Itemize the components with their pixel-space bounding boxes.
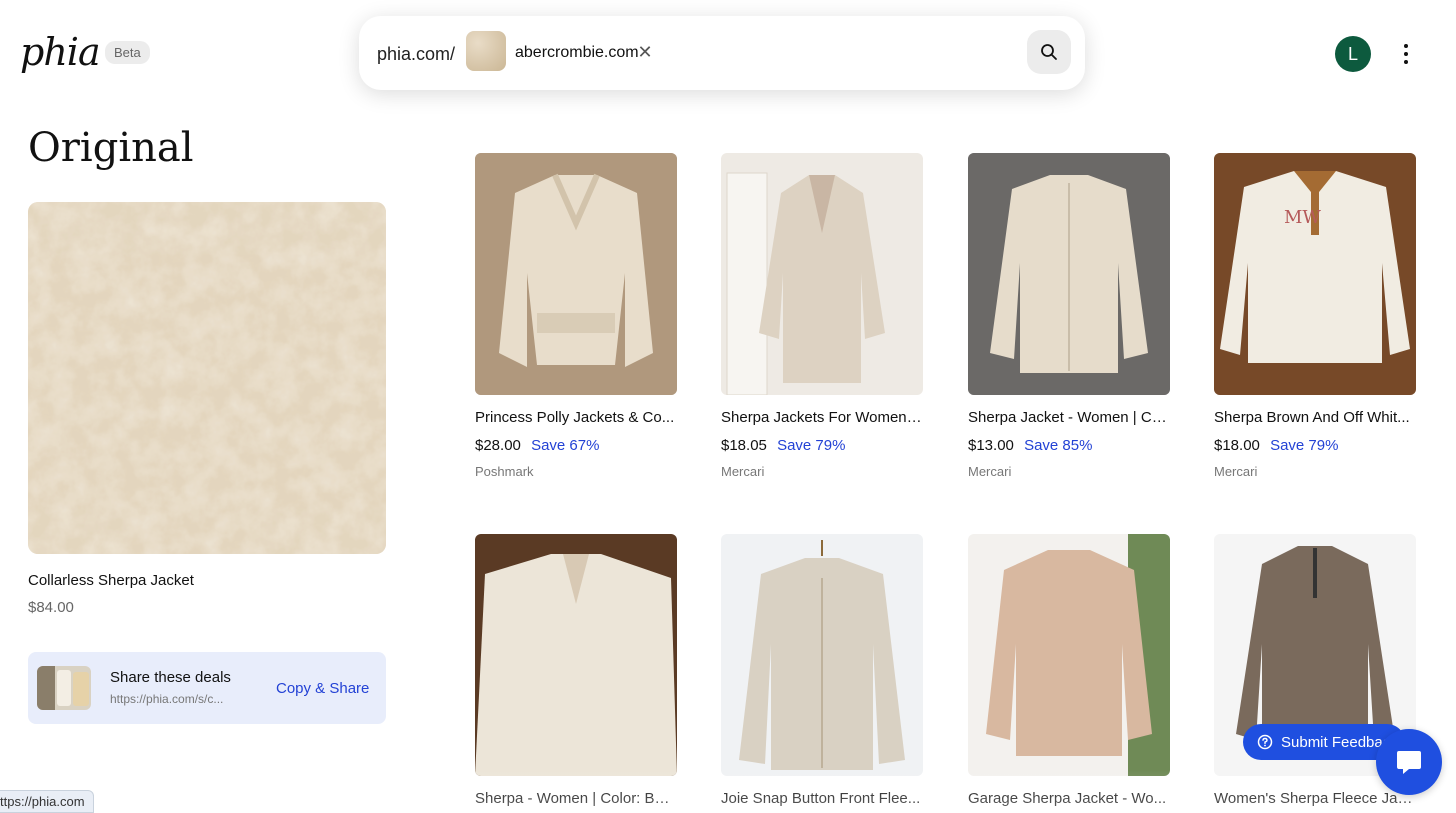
product-title[interactable]: Women's Sherpa Fleece Jac...: [1214, 790, 1416, 810]
product-image[interactable]: [721, 153, 923, 395]
share-url: https://phia.com/s/c...: [110, 692, 224, 706]
price-row: $18.05 Save 79%: [721, 437, 923, 457]
product-price: $18.05: [721, 437, 767, 454]
search-icon: [1041, 44, 1057, 60]
product-image[interactable]: [968, 534, 1170, 776]
price-row: $18.00 Save 79%: [1214, 437, 1416, 457]
product-source: Mercari: [1214, 464, 1258, 479]
product-image[interactable]: [721, 534, 923, 776]
product-source: Mercari: [968, 464, 1012, 479]
product-savings: Save 85%: [1024, 437, 1093, 454]
chip-close-icon[interactable]: ✕: [635, 40, 655, 64]
share-deals-card: Share these deals https://phia.com/s/c..…: [28, 652, 386, 724]
product-savings: Save 79%: [1270, 437, 1339, 454]
product-savings: Save 79%: [777, 437, 846, 454]
search-prefix: phia.com/: [377, 44, 456, 64]
product-image[interactable]: [475, 153, 677, 395]
product-price: $18.00: [1214, 437, 1260, 454]
search-chip-label: abercrombie.com: [515, 44, 639, 61]
beta-badge: Beta: [105, 41, 150, 64]
product-card[interactable]: Joie Snap Button Front Flee...: [721, 534, 923, 810]
product-image[interactable]: [475, 534, 677, 776]
status-bar-url: ttps://phia.com: [0, 790, 94, 813]
product-image[interactable]: [968, 153, 1170, 395]
product-price: $28.00: [475, 437, 521, 454]
product-source: Poshmark: [475, 464, 534, 479]
original-product-image: [28, 202, 386, 554]
original-product-name[interactable]: Collarless Sherpa Jacket: [28, 572, 194, 589]
product-source: Mercari: [721, 464, 765, 479]
product-title[interactable]: Princess Polly Jackets & Co...: [475, 409, 677, 429]
product-title[interactable]: Sherpa Jacket - Women | Co...: [968, 409, 1170, 429]
product-card[interactable]: Sherpa Jacket - Women | Co... $13.00 Sav…: [968, 153, 1170, 479]
user-avatar[interactable]: L: [1335, 36, 1371, 72]
price-row: $28.00 Save 67%: [475, 437, 677, 457]
help-icon: [1257, 734, 1273, 750]
share-title: Share these deals: [110, 669, 231, 686]
search-chip-thumbnail: [466, 31, 506, 71]
product-savings: Save 67%: [531, 437, 600, 454]
product-image[interactable]: MW: [1214, 153, 1416, 395]
product-card[interactable]: Sherpa - Women | Color: Bei...: [475, 534, 677, 810]
price-row: $13.00 Save 85%: [968, 437, 1170, 457]
product-card[interactable]: MW Sherpa Brown And Off Whit... $18.00 S…: [1214, 153, 1416, 479]
product-card[interactable]: Garage Sherpa Jacket - Wo...: [968, 534, 1170, 810]
product-card[interactable]: Sherpa Jackets For Women ... $18.05 Save…: [721, 153, 923, 479]
product-title[interactable]: Sherpa Jackets For Women ...: [721, 409, 923, 429]
product-price: $13.00: [968, 437, 1014, 454]
svg-text:MW: MW: [1284, 207, 1321, 228]
chat-icon: [1397, 751, 1421, 774]
copy-share-button[interactable]: Copy & Share: [276, 680, 369, 697]
original-product-price: $84.00: [28, 599, 74, 616]
more-options-icon[interactable]: [1394, 38, 1418, 70]
submit-feedback-label: Submit Feedbac: [1281, 733, 1391, 751]
phia-logo[interactable]: phia: [20, 30, 101, 74]
chat-button[interactable]: [1376, 729, 1442, 795]
original-heading: Original: [28, 125, 194, 171]
search-button[interactable]: [1027, 30, 1071, 74]
product-title[interactable]: Sherpa Brown And Off Whit...: [1214, 409, 1416, 429]
search-bar[interactable]: phia.com/ abercrombie.com ✕: [359, 16, 1085, 90]
product-card[interactable]: Princess Polly Jackets & Co... $28.00 Sa…: [475, 153, 677, 479]
product-title[interactable]: Sherpa - Women | Color: Bei...: [475, 790, 677, 810]
product-title[interactable]: Joie Snap Button Front Flee...: [721, 790, 923, 810]
share-thumbnail: [37, 666, 91, 710]
product-title[interactable]: Garage Sherpa Jacket - Wo...: [968, 790, 1170, 810]
